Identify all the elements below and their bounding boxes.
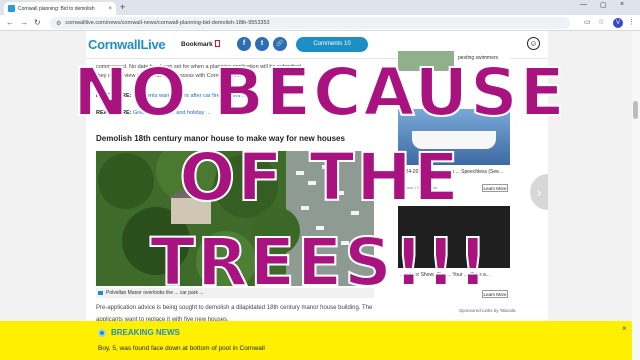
- site-info-icon[interactable]: ⚙: [56, 20, 61, 27]
- link-share-icon[interactable]: 🔗: [273, 37, 287, 51]
- profile-avatar[interactable]: V: [613, 18, 623, 28]
- overlay-text-line-2: OF THE: [178, 139, 461, 216]
- site-logo[interactable]: CornwallLive: [88, 37, 166, 52]
- breaking-news-banner[interactable]: BREAKING NEWS Boy, 5, was found face dow…: [0, 321, 632, 360]
- browser-tab-bar: Cornwall planning: Bid to demolish × + —…: [0, 0, 640, 15]
- close-banner-icon[interactable]: ×: [622, 324, 627, 333]
- close-window-button[interactable]: ×: [620, 1, 624, 8]
- bookmark-icon[interactable]: [215, 40, 220, 47]
- user-account-icon[interactable]: ☺: [527, 37, 540, 50]
- overlay-text-line-1: NO BECAUSE: [72, 54, 567, 131]
- forward-button[interactable]: →: [20, 18, 28, 27]
- new-tab-button[interactable]: +: [120, 2, 125, 13]
- url-input[interactable]: ⚙ cornwalllive.com/news/cornwall-news/co…: [50, 17, 570, 29]
- cast-icon[interactable]: ▭: [584, 19, 591, 27]
- minimize-button[interactable]: —: [580, 1, 587, 8]
- maximize-button[interactable]: ▢: [600, 1, 607, 9]
- comments-button[interactable]: Comments 10: [296, 37, 368, 52]
- taboola-label[interactable]: Sponsored Links by Taboola: [459, 308, 515, 313]
- back-button[interactable]: ←: [6, 18, 14, 27]
- site-favicon-icon: [8, 5, 15, 12]
- overlay-text-line-3: TREES!!!: [149, 224, 490, 301]
- twitter-share-icon[interactable]: t: [255, 37, 269, 51]
- bookmark-button[interactable]: Bookmark: [181, 41, 213, 48]
- tab-title: Cornwall planning: Bid to demolish: [18, 5, 95, 12]
- address-bar-row: ← → ↻ ⚙ cornwalllive.com/news/cornwall-n…: [0, 15, 640, 31]
- facebook-share-icon[interactable]: f: [237, 37, 251, 51]
- tab-close-icon[interactable]: ×: [108, 6, 112, 12]
- reload-button[interactable]: ↻: [34, 18, 41, 27]
- browser-tab[interactable]: Cornwall planning: Bid to demolish ×: [4, 2, 116, 15]
- live-dot-icon: [98, 329, 106, 337]
- url-text: cornwalllive.com/news/cornwall-news/corn…: [65, 20, 270, 26]
- breaking-news-title: BREAKING NEWS: [111, 328, 180, 337]
- breaking-news-text[interactable]: Boy, 5, was found face down at bottom of…: [98, 345, 265, 352]
- menu-kebab-icon[interactable]: ⋮: [628, 19, 635, 27]
- bookmark-star-icon[interactable]: ☆: [598, 19, 604, 27]
